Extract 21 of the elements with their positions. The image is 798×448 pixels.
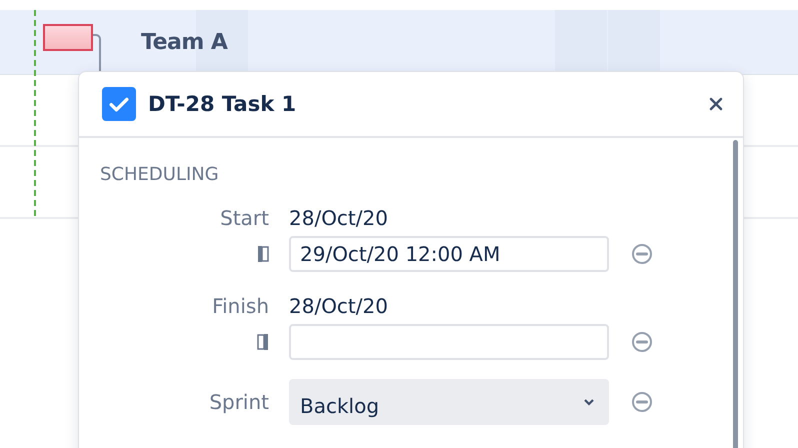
chevron-down-icon (583, 398, 595, 406)
scrollbar[interactable] (733, 140, 738, 448)
popup-title: DT-28 Task 1 (148, 92, 298, 116)
start-marker-icon (257, 245, 269, 263)
field-label: Start (219, 206, 269, 230)
remove-icon[interactable] (631, 331, 653, 353)
date-input[interactable] (289, 324, 609, 360)
team-label: Team A (141, 30, 228, 54)
field-label: Sprint (208, 390, 269, 414)
field-label: Finish (211, 294, 269, 318)
field-value: 28/Oct/20 (289, 206, 388, 230)
section-heading: SCHEDULING (100, 164, 220, 185)
task-bar[interactable] (43, 24, 93, 51)
checkbox[interactable] (102, 87, 136, 121)
remove-icon[interactable] (631, 391, 653, 413)
remove-icon[interactable] (631, 243, 653, 265)
sprint-dropdown[interactable]: Backlog (289, 379, 609, 425)
end-marker-icon (257, 333, 269, 351)
close-icon[interactable] (709, 97, 723, 111)
field-value: 28/Oct/20 (289, 294, 388, 318)
date-input[interactable]: 29/Oct/20 12:00 AM (289, 236, 609, 272)
